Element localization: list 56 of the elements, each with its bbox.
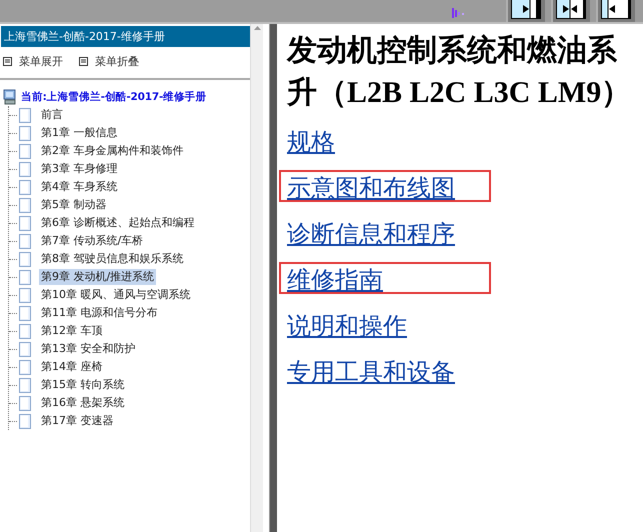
tree-item[interactable]: 第16章 悬架系统: [39, 395, 126, 411]
tree-item[interactable]: 前言: [39, 107, 65, 123]
document-icon: [19, 234, 31, 248]
document-icon: [19, 216, 31, 230]
document-icon: [19, 396, 31, 410]
panel-toggle-button[interactable]: [596, 0, 635, 22]
tree-item[interactable]: 第9章 发动机/推进系统: [39, 269, 156, 285]
tree-root[interactable]: 当前:上海雪佛兰-创酷-2017-维修手册: [21, 90, 206, 104]
document-icon: [19, 324, 31, 338]
tree-item[interactable]: 第1章 一般信息: [39, 125, 120, 141]
splitter[interactable]: [269, 24, 277, 532]
document-icon: [19, 378, 31, 392]
list-icon: [79, 56, 88, 66]
tree-item[interactable]: 第10章 暖风、通风与空调系统: [39, 287, 192, 303]
menu-action[interactable]: 菜单折叠: [79, 54, 139, 68]
tree-item[interactable]: 第5章 制动器: [39, 197, 108, 213]
document-icon: [19, 126, 31, 140]
panel-toggle-button[interactable]: [551, 0, 590, 22]
tree-item[interactable]: 第6章 诊断概述、起始点和编程: [39, 215, 196, 231]
menu-action[interactable]: 菜单展开: [3, 54, 63, 68]
panel-toggle-button[interactable]: [506, 0, 545, 22]
section-link[interactable]: 专用工具和设备: [287, 358, 455, 388]
section-link[interactable]: 示意图和布线图: [287, 174, 455, 204]
tree-item[interactable]: 第15章 转向系统: [39, 377, 126, 393]
document-icon: [19, 342, 31, 356]
document-icon: [19, 108, 31, 122]
document-icon: [19, 306, 31, 320]
tree-item[interactable]: 第4章 车身系统: [39, 179, 120, 195]
sidebar-title: 上海雪佛兰-创酷-2017-维修手册: [1, 26, 250, 47]
document-icon: [19, 270, 31, 284]
tree-item[interactable]: 第11章 电源和信号分布: [39, 305, 160, 321]
document-icon: [19, 180, 31, 194]
document-icon: [19, 198, 31, 212]
document-icon: [19, 414, 31, 428]
tree-item[interactable]: 第17章 变速器: [39, 413, 116, 429]
tree-item[interactable]: 第3章 车身修理: [39, 161, 120, 177]
tree-item[interactable]: 第12章 车顶: [39, 323, 104, 339]
scrollbar[interactable]: [250, 24, 263, 532]
document-icon: [19, 360, 31, 374]
section-link[interactable]: 说明和操作: [287, 312, 407, 342]
tree-item[interactable]: 第14章 座椅: [39, 359, 104, 375]
page-title: 发动机控制系统和燃油系 升（L2B L2C L3C LM9）: [287, 33, 632, 111]
list-icon: [3, 56, 12, 66]
tree-item[interactable]: 第8章 驾驶员信息和娱乐系统: [39, 251, 186, 267]
document-icon: [19, 162, 31, 176]
document-icon: [19, 144, 31, 158]
section-link[interactable]: 规格: [287, 128, 335, 158]
document-icon: [19, 288, 31, 302]
section-link[interactable]: 诊断信息和程序: [287, 220, 455, 250]
signal-icon: [452, 8, 466, 18]
computer-icon: [3, 89, 17, 105]
section-link[interactable]: 维修指南: [287, 266, 383, 296]
tree-item[interactable]: 第13章 安全和防护: [39, 341, 138, 357]
document-icon: [19, 252, 31, 266]
tree-item[interactable]: 第7章 传动系统/车桥: [39, 233, 146, 249]
tree-item[interactable]: 第2章 车身金属构件和装饰件: [39, 143, 186, 159]
